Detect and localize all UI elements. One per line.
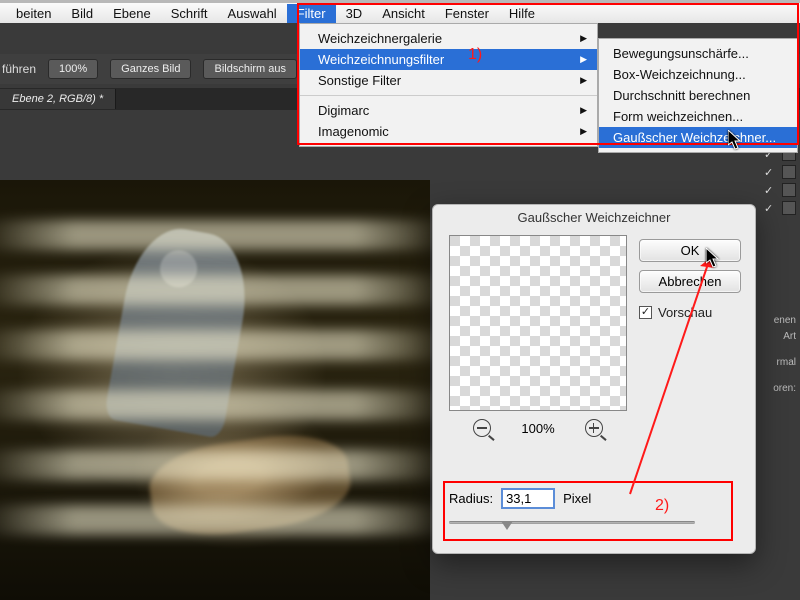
checkbox-icon: ✓ [639,306,652,319]
menu-item-motion-blur[interactable]: Bewegungsunschärfe... [599,43,797,64]
document-tab[interactable]: Ebene 2, RGB/8) * [0,89,116,109]
panel-label: oren: [773,383,796,394]
right-panels: ✓ ✓ ✓ ✓ enen Art rmal oren: [750,145,800,600]
radius-slider[interactable] [449,515,695,529]
menu-item-weichzeichnergalerie[interactable]: Weichzeichnergalerie [300,28,597,49]
visibility-toggle[interactable]: ✓ [764,202,776,214]
filter-dropdown[interactable]: Weichzeichnergalerie Weichzeichnungsfilt… [299,23,598,147]
blur-submenu[interactable]: Bewegungsunschärfe... Box-Weichzeichnung… [598,38,798,153]
menubar[interactable]: beiten Bild Ebene Schrift Auswahl Filter… [0,3,800,23]
canvas[interactable] [0,180,430,600]
cursor-icon [728,130,742,150]
zoom-in-icon[interactable] [585,419,603,437]
menu-hilfe[interactable]: Hilfe [499,4,545,23]
menu-3d[interactable]: 3D [336,4,373,23]
swatch [782,183,796,197]
preview-zoom-level: 100% [521,421,554,436]
annotation-2: 2) [655,497,669,515]
menu-item-weichzeichnungsfilter[interactable]: Weichzeichnungsfilter [300,49,597,70]
menu-item-gaussian-blur[interactable]: Gaußscher Weichzeichner... [599,127,797,148]
preview-checkbox[interactable]: ✓ Vorschau [639,305,741,320]
cancel-button[interactable]: Abbrechen [639,270,741,293]
menu-item-digimarc[interactable]: Digimarc [300,100,597,121]
menu-bild[interactable]: Bild [61,4,103,23]
panel-label: Art [783,331,796,342]
ok-button[interactable]: OK [639,239,741,262]
menu-ansicht[interactable]: Ansicht [372,4,435,23]
menu-item-sonstige-filter[interactable]: Sonstige Filter [300,70,597,91]
zoom-out-icon[interactable] [473,419,491,437]
menu-filter[interactable]: Filter [287,4,336,23]
cursor-icon [706,248,720,268]
slider-thumb-icon[interactable] [501,521,513,530]
preview-checkbox-label: Vorschau [658,305,712,320]
radius-label: Radius: [449,491,493,506]
menu-item-average[interactable]: Durchschnitt berechnen [599,85,797,106]
blur-preview[interactable] [449,235,627,411]
menu-schrift[interactable]: Schrift [161,4,218,23]
menu-item-box-blur[interactable]: Box-Weichzeichnung... [599,64,797,85]
menu-ebene[interactable]: Ebene [103,4,161,23]
menu-auswahl[interactable]: Auswahl [218,4,287,23]
fit-whole-image-button[interactable]: Ganzes Bild [110,59,191,79]
visibility-toggle[interactable]: ✓ [764,166,776,178]
radius-unit: Pixel [563,491,591,506]
panel-label: rmal [777,357,796,368]
swatch [782,201,796,215]
option-label: führen [2,62,36,76]
annotation-1: 1) [468,46,482,64]
menu-fenster[interactable]: Fenster [435,4,499,23]
swatch [782,165,796,179]
dialog-title: Gaußscher Weichzeichner [433,205,755,228]
zoom-level[interactable]: 100% [48,59,98,79]
visibility-toggle[interactable]: ✓ [764,184,776,196]
panel-label: enen [774,315,796,326]
menu-item-imagenomic[interactable]: Imagenomic [300,121,597,142]
radius-input[interactable] [501,488,555,509]
fullscreen-button[interactable]: Bildschirm aus [203,59,297,79]
menu-item-shape-blur[interactable]: Form weichzeichnen... [599,106,797,127]
menu-bearbeiten[interactable]: beiten [6,4,61,23]
